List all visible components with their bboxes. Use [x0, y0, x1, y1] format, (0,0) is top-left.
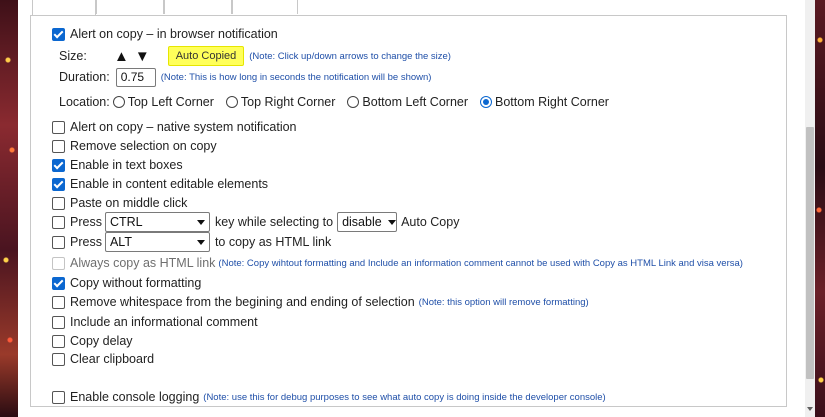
- background-right-edge: [815, 0, 825, 417]
- alert-native-label: Alert on copy – native system notificati…: [70, 120, 297, 134]
- copy-delay-checkbox[interactable]: [52, 334, 65, 348]
- clear-clipboard-label: Clear clipboard: [70, 352, 155, 366]
- copy-html-label: to copy as HTML link: [214, 235, 332, 249]
- size-down-icon[interactable]: ▼: [135, 49, 150, 64]
- location-bottom-right-label: Bottom Right Corner: [495, 95, 609, 109]
- alert-native-row: Alert on copy – native system notificati…: [52, 117, 297, 137]
- enable-text-boxes-checkbox[interactable]: [52, 158, 65, 172]
- size-label: Size:: [59, 49, 87, 63]
- options-page: Alert on copy – in browser notification …: [18, 0, 805, 417]
- settings-panel: Alert on copy – in browser notification …: [30, 15, 787, 407]
- paste-middle-click-label: Paste on middle click: [70, 196, 188, 210]
- tab-4[interactable]: [232, 0, 298, 14]
- tab-2[interactable]: [96, 0, 164, 14]
- key-select-value: CTRL: [109, 215, 143, 229]
- chevron-down-icon: [196, 219, 205, 225]
- html-key-select[interactable]: ALT: [104, 232, 210, 252]
- chevron-down-icon: [196, 239, 205, 245]
- remove-whitespace-row: Remove whitespace from the begining and …: [52, 292, 589, 312]
- location-top-left-label: Top Left Corner: [127, 95, 214, 109]
- press-key-row: Press CTRL key while selecting to disabl…: [52, 212, 459, 232]
- enable-content-editable-label: Enable in content editable elements: [70, 177, 269, 191]
- tab-3[interactable]: [164, 0, 232, 14]
- console-logging-checkbox[interactable]: [52, 390, 65, 404]
- auto-copy-label: Auto Copy: [401, 215, 460, 229]
- include-comment-checkbox[interactable]: [52, 315, 65, 329]
- location-bottom-right[interactable]: Bottom Right Corner: [480, 95, 609, 109]
- clear-clipboard-row: Clear clipboard: [52, 349, 154, 369]
- key-while-selecting-label: key while selecting to: [214, 215, 334, 229]
- radio-icon[interactable]: [112, 96, 125, 108]
- remove-whitespace-checkbox[interactable]: [52, 295, 65, 309]
- duration-label: Duration:: [59, 70, 110, 84]
- action-select-value: disable: [342, 215, 382, 229]
- duration-note: (Note: This is how long in seconds the n…: [160, 71, 432, 83]
- notification-preview: Auto Copied: [167, 46, 245, 66]
- copy-without-formatting-label: Copy without formatting: [70, 276, 202, 290]
- alert-browser-row: Alert on copy – in browser notification: [52, 24, 278, 44]
- location-label: Location:: [59, 95, 110, 109]
- background-left-edge: [0, 0, 18, 417]
- chevron-down-icon: [387, 219, 396, 225]
- key-select[interactable]: CTRL: [104, 212, 210, 232]
- radio-selected-icon[interactable]: [480, 96, 493, 108]
- enable-text-boxes-row: Enable in text boxes: [52, 155, 183, 175]
- enable-content-editable-checkbox[interactable]: [52, 177, 65, 191]
- size-note: (Note: Click up/down arrows to change th…: [249, 50, 451, 62]
- remove-selection-label: Remove selection on copy: [70, 139, 217, 153]
- duration-input[interactable]: [115, 67, 156, 87]
- press-html-row: Press ALT to copy as HTML link: [52, 232, 331, 252]
- console-logging-note: (Note: use this for debug purposes to se…: [203, 391, 606, 403]
- location-bottom-left[interactable]: Bottom Left Corner: [347, 95, 468, 109]
- always-html-checkbox: [52, 256, 65, 270]
- html-key-select-value: ALT: [109, 235, 132, 249]
- alert-browser-checkbox[interactable]: [52, 27, 65, 41]
- clear-clipboard-checkbox[interactable]: [52, 352, 65, 366]
- paste-middle-click-checkbox[interactable]: [52, 196, 65, 210]
- scrollbar-thumb[interactable]: [806, 127, 814, 379]
- press-html-checkbox[interactable]: [52, 235, 65, 249]
- radio-icon[interactable]: [225, 96, 238, 108]
- location-row: Location: Top Left Corner Top Right Corn…: [59, 92, 609, 112]
- alert-browser-label: Alert on copy – in browser notification: [70, 27, 278, 41]
- enable-content-editable-row: Enable in content editable elements: [52, 174, 268, 194]
- copy-without-formatting-row: Copy without formatting: [52, 273, 201, 293]
- include-comment-label: Include an informational comment: [70, 315, 258, 329]
- copy-delay-label: Copy delay: [70, 334, 133, 348]
- size-up-icon[interactable]: ▲: [114, 49, 129, 64]
- remove-selection-row: Remove selection on copy: [52, 136, 217, 156]
- always-html-label: Always copy as HTML link: [70, 256, 216, 270]
- console-logging-label: Enable console logging: [70, 390, 200, 404]
- remove-selection-checkbox[interactable]: [52, 139, 65, 153]
- include-comment-row: Include an informational comment: [52, 312, 258, 332]
- enable-text-boxes-label: Enable in text boxes: [70, 158, 183, 172]
- size-row: Size: ▲ ▼ Auto Copied (Note: Click up/do…: [59, 46, 451, 66]
- duration-row: Duration: (Note: This is how long in sec…: [59, 67, 431, 87]
- always-html-note: (Note: Copy wihtout formatting and Inclu…: [218, 257, 743, 269]
- action-select[interactable]: disable: [337, 212, 398, 232]
- location-top-right[interactable]: Top Right Corner: [225, 95, 336, 109]
- copy-without-formatting-checkbox[interactable]: [52, 276, 65, 290]
- press-html-label: Press: [70, 235, 102, 249]
- location-top-right-label: Top Right Corner: [240, 95, 336, 109]
- tab-strip: [18, 0, 805, 17]
- always-html-row: Always copy as HTML link (Note: Copy wih…: [52, 253, 743, 273]
- remove-whitespace-note: (Note: this option will remove formattin…: [418, 296, 589, 308]
- scroll-down-icon[interactable]: [806, 405, 814, 413]
- location-top-left[interactable]: Top Left Corner: [112, 95, 214, 109]
- location-bottom-left-label: Bottom Left Corner: [362, 95, 469, 109]
- press-key-label: Press: [70, 215, 102, 229]
- copy-delay-row: Copy delay: [52, 331, 133, 351]
- alert-native-checkbox[interactable]: [52, 120, 65, 134]
- console-logging-row: Enable console logging (Note: use this f…: [52, 387, 606, 407]
- paste-middle-click-row: Paste on middle click: [52, 193, 187, 213]
- remove-whitespace-label: Remove whitespace from the begining and …: [70, 295, 415, 309]
- press-key-checkbox[interactable]: [52, 215, 65, 229]
- radio-icon[interactable]: [347, 96, 360, 108]
